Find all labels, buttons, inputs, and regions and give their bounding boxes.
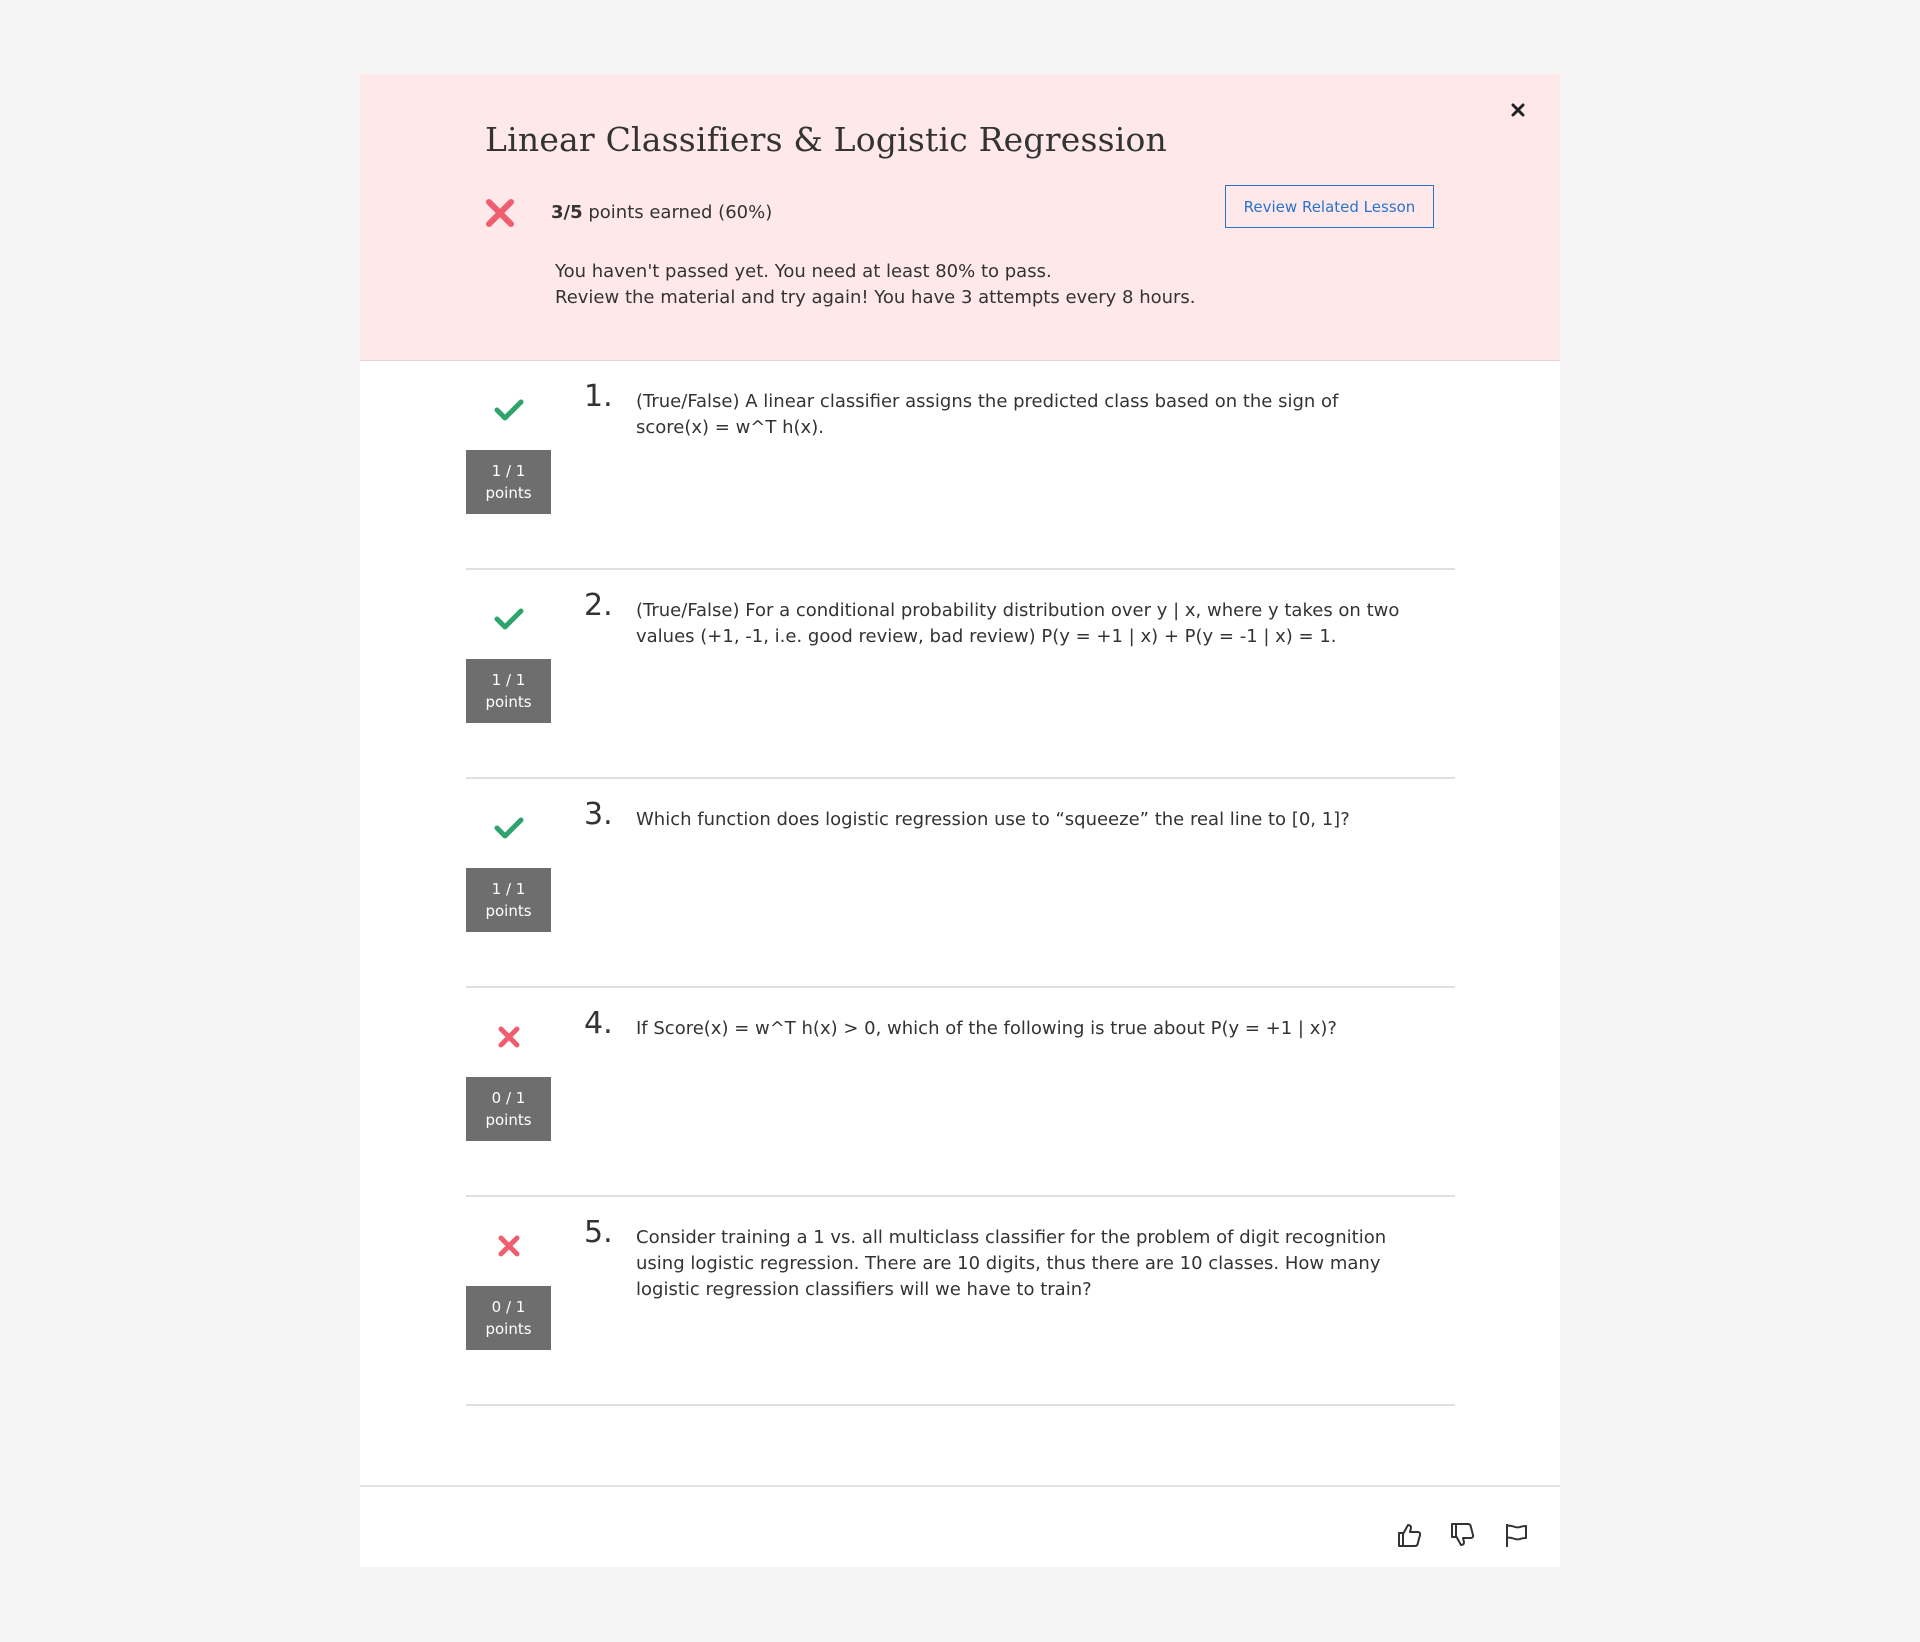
- score-value: 3/5: [551, 202, 583, 223]
- points-label: points: [485, 1111, 532, 1129]
- checkmark-icon: [494, 399, 524, 421]
- question-text[interactable]: If Score(x) = w^T h(x) > 0, which of the…: [636, 1016, 1416, 1042]
- question-item: 0 / 1 points 4. If Score(x) = w^T h(x) >…: [466, 988, 1455, 1197]
- question-number: 4.: [584, 1006, 613, 1041]
- question-item: 1 / 1 points 2. (True/False) For a condi…: [466, 570, 1455, 779]
- question-points-badge: 1 / 1 points: [466, 450, 551, 514]
- question-text[interactable]: Consider training a 1 vs. all multiclass…: [636, 1225, 1416, 1303]
- question-item: 1 / 1 points 3. Which function does logi…: [466, 779, 1455, 988]
- fail-x-icon: [486, 199, 514, 227]
- points-score: 0 / 1: [491, 1298, 526, 1316]
- thumbs-down-icon[interactable]: [1448, 1521, 1476, 1549]
- question-item: 1 / 1 points 1. (True/False) A linear cl…: [466, 361, 1455, 570]
- question-number: 3.: [584, 797, 613, 832]
- result-banner: Linear Classifiers & Logistic Regression…: [360, 74, 1560, 361]
- thumbs-up-icon[interactable]: [1395, 1521, 1423, 1549]
- score-suffix: points earned (60%): [582, 202, 773, 223]
- question-list: 1 / 1 points 1. (True/False) A linear cl…: [466, 361, 1455, 1406]
- points-label: points: [485, 693, 532, 711]
- question-text[interactable]: (True/False) For a conditional probabili…: [636, 598, 1416, 650]
- close-button[interactable]: [1506, 98, 1530, 122]
- close-icon[interactable]: [1511, 103, 1525, 117]
- question-points-badge: 1 / 1 points: [466, 868, 551, 932]
- question-points-badge: 0 / 1 points: [466, 1286, 551, 1350]
- question-number: 5.: [584, 1215, 613, 1250]
- points-score: 0 / 1: [491, 1089, 526, 1107]
- quiz-result-card: Linear Classifiers & Logistic Regression…: [360, 74, 1560, 1567]
- score-summary: 3/5 points earned (60%): [551, 202, 772, 223]
- incorrect-x-icon: [498, 1026, 520, 1048]
- review-related-lesson-button[interactable]: Review Related Lesson: [1225, 185, 1434, 228]
- question-number: 1.: [584, 379, 613, 414]
- points-score: 1 / 1: [491, 880, 526, 898]
- incorrect-x-icon: [498, 1235, 520, 1257]
- question-item: 0 / 1 points 5. Consider training a 1 vs…: [466, 1197, 1455, 1406]
- question-points-badge: 1 / 1 points: [466, 659, 551, 723]
- feedback-footer: [360, 1485, 1560, 1569]
- checkmark-icon: [494, 608, 524, 630]
- question-text[interactable]: (True/False) A linear classifier assigns…: [636, 389, 1416, 441]
- points-label: points: [485, 484, 532, 502]
- message-line-1: You haven't passed yet. You need at leas…: [555, 261, 1052, 282]
- question-text[interactable]: Which function does logistic regression …: [636, 807, 1416, 833]
- question-points-badge: 0 / 1 points: [466, 1077, 551, 1141]
- message-line-2: Review the material and try again! You h…: [555, 287, 1196, 308]
- points-label: points: [485, 902, 532, 920]
- points-label: points: [485, 1320, 532, 1338]
- question-number: 2.: [584, 588, 613, 623]
- page-title: Linear Classifiers & Logistic Regression: [485, 120, 1167, 159]
- flag-icon[interactable]: [1502, 1521, 1530, 1549]
- checkmark-icon: [494, 817, 524, 839]
- points-score: 1 / 1: [491, 462, 526, 480]
- points-score: 1 / 1: [491, 671, 526, 689]
- pass-requirement-message: You haven't passed yet. You need at leas…: [555, 259, 1196, 311]
